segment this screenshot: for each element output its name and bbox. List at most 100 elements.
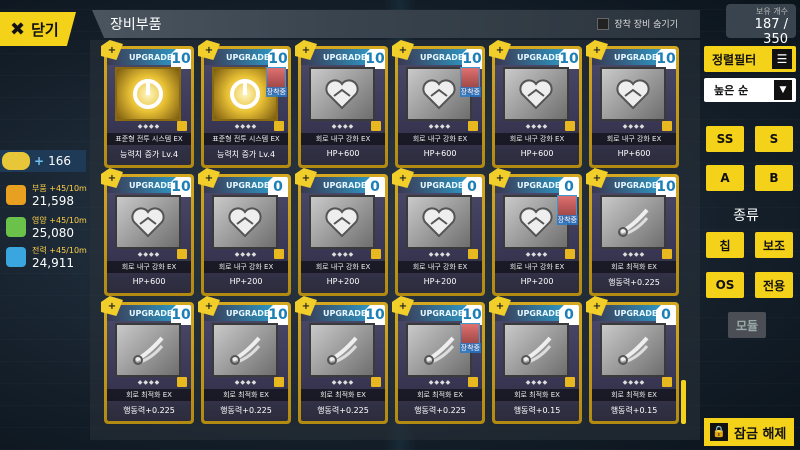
checkbox[interactable]: [597, 17, 610, 30]
close-button[interactable]: ✖ 닫기: [0, 12, 76, 46]
rank-a-button[interactable]: A: [706, 165, 744, 191]
equipment-card[interactable]: + UPGRADE 10 ◆◆◆◆ 회로 내구 강화 EX HP+600: [489, 40, 582, 168]
lock-icon: [177, 249, 187, 259]
rank-b-button[interactable]: B: [755, 165, 793, 191]
equipment-card[interactable]: + UPGRADE 10 ◆◆◆◆ 회로 최적화 EX 행동력+0.225: [586, 168, 679, 296]
menu-icon: ☰: [772, 49, 792, 69]
equipment-card[interactable]: + UPGRADE 10 ◆◆◆◆ 회로 내구 강화 EX HP+600: [295, 40, 388, 168]
card-level: 10: [365, 49, 385, 69]
lock-icon: [565, 121, 575, 131]
card-stat: HP+200: [229, 277, 263, 286]
lock-icon: 🔒: [710, 423, 728, 441]
equipped-label: 장착중: [459, 87, 481, 97]
heart-icon: [406, 195, 472, 249]
card-level: 0: [559, 177, 579, 197]
card-name: 회로 내구 강화 EX: [107, 261, 191, 273]
card-stat: 능력치 증가 Lv.4: [216, 150, 276, 159]
resource-icon: [6, 217, 26, 237]
card-name: 회로 내구 강화 EX: [592, 133, 676, 145]
card-level: 0: [656, 305, 676, 325]
kind-os-button[interactable]: OS: [706, 272, 744, 298]
equipment-card[interactable]: + UPGRADE 10 ◆◆◆◆ 회로 최적화 EX 행동력+0.225: [101, 296, 194, 424]
sort-filter-button[interactable]: 정렬필터 ☰: [704, 46, 796, 72]
kind-exclusive-button[interactable]: 전용: [755, 272, 793, 298]
equipment-card[interactable]: + UPGRADE 0 ◆◆◆◆ 회로 내구 강화 EX HP+200: [295, 168, 388, 296]
card-name: 회로 내구 강화 EX: [495, 261, 579, 273]
card-name: 회로 최적화 EX: [204, 389, 288, 401]
card-body: UPGRADE 10 ◆◆◆◆ 회로 최적화 EX 행동력+0.225: [107, 305, 191, 421]
dropdown-arrow-icon: ▼: [774, 80, 792, 100]
equipment-card[interactable]: + UPGRADE 0 장착중 ◆◆◆◆ 회로 내구 강화 EX HP+200: [489, 168, 582, 296]
equipment-card[interactable]: + UPGRADE 10 ◆◆◆◆ 회로 내구 강화 EX HP+600: [586, 40, 679, 168]
order-dropdown[interactable]: 높은 순 ▼: [704, 78, 796, 102]
card-name: 회로 내구 강화 EX: [495, 133, 579, 145]
card-name: 회로 최적화 EX: [107, 389, 191, 401]
equipment-panel: + UPGRADE 10 ◆◆◆◆ 표준형 전투 시스템 EX 능력치 증가 Lv.4 + U…: [90, 40, 700, 440]
equipment-card[interactable]: + UPGRADE 0 ◆◆◆◆ 회로 최적화 EX 행동력+0.15: [586, 296, 679, 424]
equipment-card[interactable]: + UPGRADE 10 ◆◆◆◆ 회로 내구 강화 EX HP+600: [101, 168, 194, 296]
card-stat: 행동력+0.225: [123, 406, 175, 415]
card-name: 회로 최적화 EX: [592, 261, 676, 273]
equipment-card[interactable]: + UPGRADE 0 ◆◆◆◆ 회로 내구 강화 EX HP+200: [392, 168, 485, 296]
card-stat: 행동력+0.225: [414, 406, 466, 415]
sort-filter-label: 정렬필터: [712, 52, 757, 67]
card-stat: 능력치 증가 Lv.4: [119, 150, 179, 159]
lock-icon: [468, 377, 478, 387]
rank-s-button[interactable]: S: [755, 126, 793, 152]
card-level: 10: [171, 305, 191, 325]
kind-module-button[interactable]: 모듈: [728, 312, 766, 338]
equipment-card[interactable]: + UPGRADE 0 ◆◆◆◆ 회로 내구 강화 EX HP+200: [198, 168, 291, 296]
order-label: 높은 순: [714, 84, 749, 97]
resource-item: 부품 +45/10m 21,598: [6, 183, 90, 208]
scrollbar[interactable]: [681, 380, 686, 424]
capacity-counter: 보유 개수 187 / 350: [726, 4, 796, 47]
heart-icon: [212, 195, 278, 249]
card-stat: HP+600: [423, 149, 457, 158]
lock-icon: [274, 249, 284, 259]
card-stat: HP+600: [520, 149, 554, 158]
card-stat: HP+600: [326, 149, 360, 158]
card-level: 10: [171, 49, 191, 69]
resource-value: 21,598: [32, 194, 74, 208]
kind-chip-button[interactable]: 칩: [706, 232, 744, 258]
lock-icon: [177, 121, 187, 131]
card-body: UPGRADE 0 ◆◆◆◆ 회로 내구 강화 EX HP+200: [398, 177, 482, 293]
card-level: 0: [268, 177, 288, 197]
rank-ss-button[interactable]: SS: [706, 126, 744, 152]
card-name: 회로 내구 강화 EX: [398, 133, 482, 145]
card-name: 표준형 전투 시스템 EX: [107, 133, 191, 145]
equipment-card[interactable]: + UPGRADE 10 ◆◆◆◆ 회로 최적화 EX 행동력+0.225: [198, 296, 291, 424]
equipment-card[interactable]: + UPGRADE 0 ◆◆◆◆ 회로 최적화 EX 행동력+0.15: [489, 296, 582, 424]
card-stat: HP+200: [423, 277, 457, 286]
lock-icon: [371, 121, 381, 131]
lock-icon: [468, 121, 478, 131]
hide-equipped-toggle[interactable]: 장착 장비 숨기기: [597, 17, 678, 30]
card-body: UPGRADE 10 ◆◆◆◆ 표준형 전투 시스템 EX 능력치 증가 Lv.4: [107, 49, 191, 165]
card-level: 10: [462, 305, 482, 325]
unlock-button[interactable]: 🔒 잠금 해제: [704, 418, 794, 446]
gold-power-icon: [115, 67, 181, 121]
card-name: 회로 최적화 EX: [592, 389, 676, 401]
resource-item: 영양 +45/10m 25,080: [6, 215, 90, 240]
card-stat: 행동력+0.225: [608, 278, 660, 287]
card-stat: 행동력+0.15: [610, 406, 658, 415]
lock-icon: [371, 377, 381, 387]
speed-icon: [600, 323, 666, 377]
page-header: 장비부품 장착 장비 숨기기: [92, 10, 700, 38]
heart-icon: [309, 195, 375, 249]
plus-icon: +: [34, 154, 45, 168]
card-body: UPGRADE 10 ◆◆◆◆ 회로 내구 강화 EX HP+600: [495, 49, 579, 165]
card-body: UPGRADE 0 장착중 ◆◆◆◆ 회로 내구 강화 EX HP+200: [495, 177, 579, 293]
equipment-card[interactable]: + UPGRADE 10 장착중 ◆◆◆◆ 표준형 전투 시스템 EX 능력치 증가 Lv.…: [198, 40, 291, 168]
equipment-card[interactable]: + UPGRADE 10 ◆◆◆◆ 표준형 전투 시스템 EX 능력치 증가 Lv.4: [101, 40, 194, 168]
card-body: UPGRADE 0 ◆◆◆◆ 회로 최적화 EX 행동력+0.15: [495, 305, 579, 421]
equipment-card[interactable]: + UPGRADE 10 장착중 ◆◆◆◆ 회로 내구 강화 EX HP+600: [392, 40, 485, 168]
heart-icon: [503, 67, 569, 121]
speed-icon: [115, 323, 181, 377]
equipment-card[interactable]: + UPGRADE 10 ◆◆◆◆ 회로 최적화 EX 행동력+0.225: [295, 296, 388, 424]
card-level: 10: [365, 305, 385, 325]
resource-value: 24,911: [32, 256, 74, 270]
card-stat: 행동력+0.225: [317, 406, 369, 415]
equipment-card[interactable]: + UPGRADE 10 장착중 ◆◆◆◆ 회로 최적화 EX 행동력+0.225: [392, 296, 485, 424]
kind-support-button[interactable]: 보조: [755, 232, 793, 258]
